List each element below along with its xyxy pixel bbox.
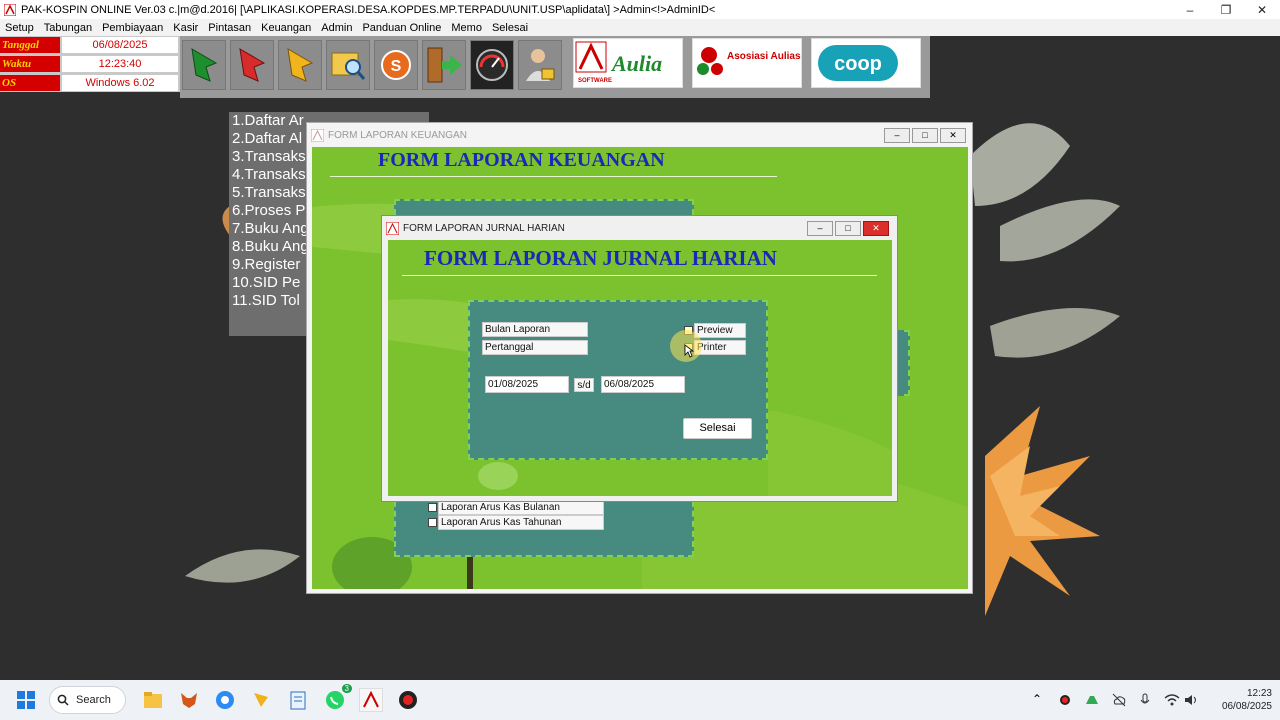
keuangan-title-bar: FORM LAPORAN KEUANGAN (307, 123, 972, 147)
search-icon (57, 694, 69, 706)
cloud-off-icon[interactable] (1112, 693, 1126, 707)
heading-divider (330, 176, 777, 177)
pertanggal-option[interactable]: Pertanggal (482, 340, 588, 355)
chevron-up-icon[interactable]: ⌃ (1032, 692, 1042, 706)
main-title-bar: PAK-KOSPIN ONLINE Ver.03 c.|m@d.2016| [\… (0, 0, 1280, 19)
sticky-app-icon[interactable] (249, 688, 273, 712)
bulan-laporan-option[interactable]: Bulan Laporan (482, 322, 588, 337)
jurnal-body: FORM LAPORAN JURNAL HARIAN Bulan Laporan… (388, 240, 892, 496)
app-icon (311, 128, 324, 142)
date-from-input[interactable]: 01/08/2025 (485, 376, 569, 393)
maximize-button[interactable]: □ (835, 221, 861, 236)
file-explorer-icon[interactable] (141, 688, 165, 712)
keuangan-heading: FORM LAPORAN KEUANGAN (378, 149, 665, 171)
preview-label[interactable]: Preview (694, 323, 746, 338)
restore-button[interactable]: ❐ (1208, 3, 1244, 17)
arus-kas-bulanan-checkbox[interactable] (428, 503, 437, 512)
window-title: PAK-KOSPIN ONLINE Ver.03 c.|m@d.2016| [\… (21, 3, 716, 16)
windows-start-icon[interactable] (14, 688, 38, 712)
menu-memo[interactable]: Memo (446, 22, 487, 34)
arus-kas-tahunan-checkbox[interactable] (428, 518, 437, 527)
menu-bar: Setup Tabungan Pembiayaan Kasir Pintasan… (0, 19, 1280, 36)
maximize-button[interactable]: □ (912, 128, 938, 143)
drive-icon[interactable] (1085, 693, 1099, 707)
waktu-value: 12:23:40 (62, 56, 178, 72)
wifi-icon[interactable] (1164, 693, 1180, 707)
waktu-label: Waktu (0, 56, 60, 72)
aulia-text: Aulia (610, 51, 662, 76)
menu-tabungan[interactable]: Tabungan (39, 22, 97, 34)
minimize-button[interactable]: – (1172, 3, 1208, 17)
laporan-jurnal-window: FORM LAPORAN JURNAL HARIAN – □ ✕ FORM LA… (381, 215, 898, 502)
exit-door-icon[interactable] (422, 40, 466, 90)
notepad-icon[interactable] (286, 688, 310, 712)
minimize-button[interactable]: – (807, 221, 833, 236)
app-icon (386, 221, 399, 235)
gauge-icon[interactable] (470, 40, 514, 90)
menu-kasir[interactable]: Kasir (168, 22, 203, 34)
arus-kas-bulanan-label[interactable]: Laporan Arus Kas Bulanan (438, 500, 604, 515)
fox-app-icon[interactable] (177, 688, 201, 712)
close-button[interactable]: ✕ (863, 221, 889, 236)
keuangan-window-title: FORM LAPORAN KEUANGAN (328, 129, 467, 141)
jurnal-heading: FORM LAPORAN JURNAL HARIAN (424, 246, 777, 270)
yellow-arrow-icon[interactable] (278, 40, 322, 90)
clock-time: 12:23 (1246, 688, 1272, 699)
recorder-icon[interactable] (396, 688, 420, 712)
taskbar-search[interactable]: Search (49, 686, 126, 714)
menu-setup[interactable]: Setup (0, 22, 39, 34)
menu-selesai[interactable]: Selesai (487, 22, 533, 34)
menu-panduan-online[interactable]: Panduan Online (357, 22, 446, 34)
menu-pembiayaan[interactable]: Pembiayaan (97, 22, 168, 34)
tanggal-value: 06/08/2025 (62, 37, 178, 53)
volume-icon[interactable] (1184, 693, 1198, 707)
aulia-logo: SOFTWARE Aulia (573, 38, 683, 88)
green-arrow-icon[interactable] (182, 40, 226, 90)
jurnal-options-panel: Bulan Laporan Pertanggal Preview Printer… (468, 300, 768, 460)
os-value: Windows 6.02 (62, 75, 178, 91)
clock-date: 06/08/2025 (1221, 701, 1272, 712)
taskbar: Search 3 ⌃ 12:23 06/08/2025 (0, 680, 1280, 720)
sd-label: s/d (574, 378, 594, 392)
browser-icon[interactable] (213, 688, 237, 712)
asosiasi-text: Asosiasi Auliasoft Indonesia (727, 51, 801, 62)
date-to-input[interactable]: 06/08/2025 (601, 376, 685, 393)
selesai-button[interactable]: Selesai (683, 418, 752, 439)
software-text: SOFTWARE (578, 78, 612, 84)
app-icon (4, 3, 16, 16)
user-lock-icon[interactable] (518, 40, 562, 90)
toolbar: S SOFTWARE Aulia Asosiasi Auliasoft Indon… (180, 36, 930, 98)
minimize-button[interactable]: – (884, 128, 910, 143)
aulia-app-icon[interactable] (359, 688, 383, 712)
os-label: OS (0, 75, 60, 91)
coop-logo: coop (811, 38, 921, 88)
microphone-icon[interactable] (1140, 693, 1150, 707)
heading-divider (402, 275, 877, 276)
tanggal-label: Tanggal (0, 37, 60, 53)
jurnal-window-title: FORM LAPORAN JURNAL HARIAN (403, 222, 565, 234)
taskbar-clock[interactable]: 12:23 06/08/2025 (1206, 687, 1272, 713)
whatsapp-icon[interactable]: 3 (323, 684, 352, 712)
s-coin-icon[interactable]: S (374, 40, 418, 90)
notification-badge: 3 (341, 684, 352, 693)
mouse-cursor-icon (684, 344, 694, 358)
menu-pintasan[interactable]: Pintasan (203, 22, 256, 34)
menu-admin[interactable]: Admin (316, 22, 357, 34)
coop-text: coop (834, 53, 882, 75)
info-panel: Tanggal 06/08/2025 Waktu 12:23:40 OS Win… (0, 36, 180, 92)
arus-kas-tahunan-label[interactable]: Laporan Arus Kas Tahunan (438, 515, 604, 530)
close-button[interactable]: ✕ (1244, 3, 1280, 17)
search-label: Search (76, 694, 111, 706)
record-status-icon[interactable] (1059, 694, 1071, 706)
asosiasi-logo: Asosiasi Auliasoft Indonesia (692, 38, 802, 88)
close-button[interactable]: ✕ (940, 128, 966, 143)
folder-search-icon[interactable] (326, 40, 370, 90)
svg-text:S: S (391, 58, 402, 75)
menu-keuangan[interactable]: Keuangan (256, 22, 316, 34)
red-arrow-icon[interactable] (230, 40, 274, 90)
